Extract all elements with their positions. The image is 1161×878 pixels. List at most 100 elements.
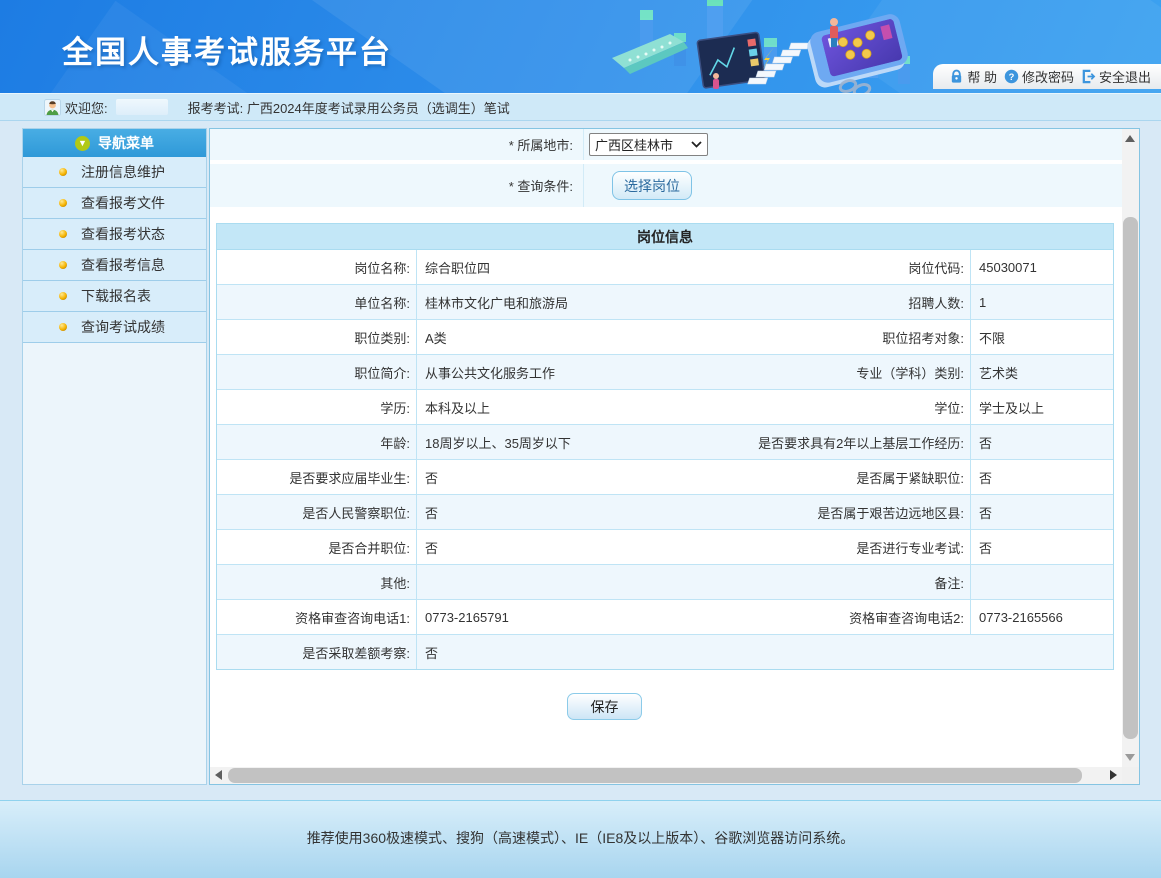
field-value: 否 [970, 425, 1113, 459]
sidebar-item-3[interactable]: 查看报考状态 [23, 219, 206, 250]
field-label: 资格审查咨询电话2: [648, 600, 970, 634]
field-label: 学位: [648, 390, 970, 424]
field-value: A类 [416, 320, 648, 354]
field-value: 否 [416, 530, 648, 564]
query-field: 选择岗位 [584, 164, 1122, 207]
help-button[interactable]: 帮 助 [949, 67, 997, 86]
help-label: 帮 助 [967, 67, 997, 86]
field-label: 其他: [217, 565, 416, 599]
field-label: 备注: [648, 565, 970, 599]
sidebar-item-2[interactable]: 查看报考文件 [23, 188, 206, 219]
change-password-label: 修改密码 [1022, 67, 1074, 86]
table-row: 是否合并职位:否是否进行专业考试:否 [217, 530, 1113, 565]
field-label: 学历: [217, 390, 416, 424]
sidebar-item-6[interactable]: 查询考试成绩 [23, 312, 206, 343]
field-value: 0773-2165791 [416, 600, 648, 634]
sidebar-item-label: 下载报名表 [81, 286, 151, 306]
bullet-icon [59, 230, 67, 238]
table-row: 职位简介:从事公共文化服务工作专业（学科）类别:艺术类 [217, 355, 1113, 390]
field-label: 是否要求应届毕业生: [217, 460, 416, 494]
chevron-down-icon: ▼ [75, 136, 90, 151]
field-value: 否 [970, 495, 1113, 529]
select-post-button[interactable]: 选择岗位 [612, 171, 692, 200]
field-label: 是否采取差额考察: [217, 635, 416, 669]
logout-button[interactable]: 安全退出 [1081, 67, 1151, 86]
field-label: 专业（学科）类别: [648, 355, 970, 389]
scroll-right-arrow-icon[interactable] [1110, 770, 1117, 780]
field-label: 岗位代码: [648, 250, 970, 284]
lock-icon [949, 69, 964, 84]
sidebar-item-1[interactable]: 注册信息维护 [23, 157, 206, 188]
field-value: 否 [416, 635, 1113, 669]
field-value: 45030071 [970, 250, 1113, 284]
bullet-icon [59, 292, 67, 300]
change-password-button[interactable]: ? 修改密码 [1004, 67, 1074, 86]
utility-bar: 帮 助 ? 修改密码 安全退出 [933, 64, 1161, 89]
sidebar-menu: 注册信息维护查看报考文件查看报考状态查看报考信息下载报名表查询考试成绩 [23, 157, 206, 343]
table-row: 年龄:18周岁以上、35周岁以下是否要求具有2年以上基层工作经历:否 [217, 425, 1113, 460]
main-content: * 所属地市: 广西区桂林市 * 查询条件: 选择岗位 岗位信息 岗位名称:综合… [210, 129, 1122, 767]
bullet-icon [59, 168, 67, 176]
field-label: 资格审查咨询电话1: [217, 600, 416, 634]
main-panel: * 所属地市: 广西区桂林市 * 查询条件: 选择岗位 岗位信息 岗位名称:综合… [209, 128, 1140, 785]
nav-menu-header[interactable]: ▼ 导航菜单 [23, 129, 206, 157]
field-value [416, 565, 648, 599]
field-label: 是否要求具有2年以上基层工作经历: [648, 425, 970, 459]
table-row: 其他: 备注: [217, 565, 1113, 600]
sidebar-item-label: 查看报考信息 [81, 255, 165, 275]
field-label: 职位招考对象: [648, 320, 970, 354]
scroll-left-arrow-icon[interactable] [215, 770, 222, 780]
select-chevron-icon [691, 141, 702, 148]
job-info-table: 岗位信息 岗位名称:综合职位四岗位代码:45030071单位名称:桂林市文化广电… [216, 223, 1114, 670]
question-icon: ? [1004, 69, 1019, 84]
sidebar-item-4[interactable]: 查看报考信息 [23, 250, 206, 281]
bullet-icon [59, 261, 67, 269]
table-row: 岗位名称:综合职位四岗位代码:45030071 [217, 250, 1113, 285]
city-select[interactable]: 广西区桂林市 [589, 133, 708, 156]
table-row: 是否采取差额考察:否 [217, 635, 1113, 669]
field-label: 职位简介: [217, 355, 416, 389]
field-label: 是否属于紧缺职位: [648, 460, 970, 494]
city-label: * 所属地市: [210, 129, 584, 160]
table-row: 资格审查咨询电话1:0773-2165791资格审查咨询电话2:0773-216… [217, 600, 1113, 635]
table-row: 是否人民警察职位:否是否属于艰苦边远地区县:否 [217, 495, 1113, 530]
logout-label: 安全退出 [1099, 67, 1151, 86]
sidebar-item-label: 查看报考状态 [81, 224, 165, 244]
site-title: 全国人事考试服务平台 [62, 27, 392, 72]
field-value: 否 [416, 495, 648, 529]
field-value: 本科及以上 [416, 390, 648, 424]
horizontal-scrollbar[interactable] [210, 767, 1122, 784]
field-label: 是否属于艰苦边远地区县: [648, 495, 970, 529]
field-label: 是否合并职位: [217, 530, 416, 564]
save-button[interactable]: 保存 [567, 693, 642, 720]
welcome-label: 欢迎您: [65, 98, 108, 117]
field-value: 否 [970, 460, 1113, 494]
page-footer: 推荐使用360极速模式、搜狗（高速模式）、IE（IE8及以上版本）、谷歌浏览器访… [0, 800, 1161, 878]
field-label: 是否人民警察职位: [217, 495, 416, 529]
horizontal-scrollbar-thumb[interactable] [228, 768, 1082, 783]
vertical-scrollbar-thumb[interactable] [1123, 217, 1138, 739]
page-header: 全国人事考试服务平台 [0, 0, 1161, 93]
field-value: 综合职位四 [416, 250, 648, 284]
user-avatar-icon [44, 99, 61, 116]
sidebar-item-label: 查看报考文件 [81, 193, 165, 213]
welcome-bar: 欢迎您: 报考考试: 广西2024年度考试录用公务员（选调生）笔试 [0, 93, 1161, 121]
field-value: 否 [970, 530, 1113, 564]
sidebar-item-label: 注册信息维护 [81, 162, 165, 182]
job-info-table-body: 岗位名称:综合职位四岗位代码:45030071单位名称:桂林市文化广电和旅游局招… [217, 250, 1113, 669]
table-row: 职位类别:A类职位招考对象:不限 [217, 320, 1113, 355]
field-value: 否 [416, 460, 648, 494]
scroll-down-arrow-icon[interactable] [1125, 754, 1135, 761]
query-label: * 查询条件: [210, 164, 584, 207]
city-field: 广西区桂林市 [584, 129, 1122, 160]
sidebar: ▼ 导航菜单 注册信息维护查看报考文件查看报考状态查看报考信息下载报名表查询考试… [22, 128, 207, 785]
nav-menu-title: 导航菜单 [98, 133, 154, 153]
city-form-row: * 所属地市: 广西区桂林市 [210, 129, 1122, 160]
field-label: 岗位名称: [217, 250, 416, 284]
browser-recommendation-text: 推荐使用360极速模式、搜狗（高速模式）、IE（IE8及以上版本）、谷歌浏览器访… [307, 830, 855, 846]
vertical-scrollbar[interactable] [1122, 129, 1139, 767]
field-value: 1 [970, 285, 1113, 319]
sidebar-item-5[interactable]: 下载报名表 [23, 281, 206, 312]
scroll-up-arrow-icon[interactable] [1125, 135, 1135, 142]
field-label: 单位名称: [217, 285, 416, 319]
